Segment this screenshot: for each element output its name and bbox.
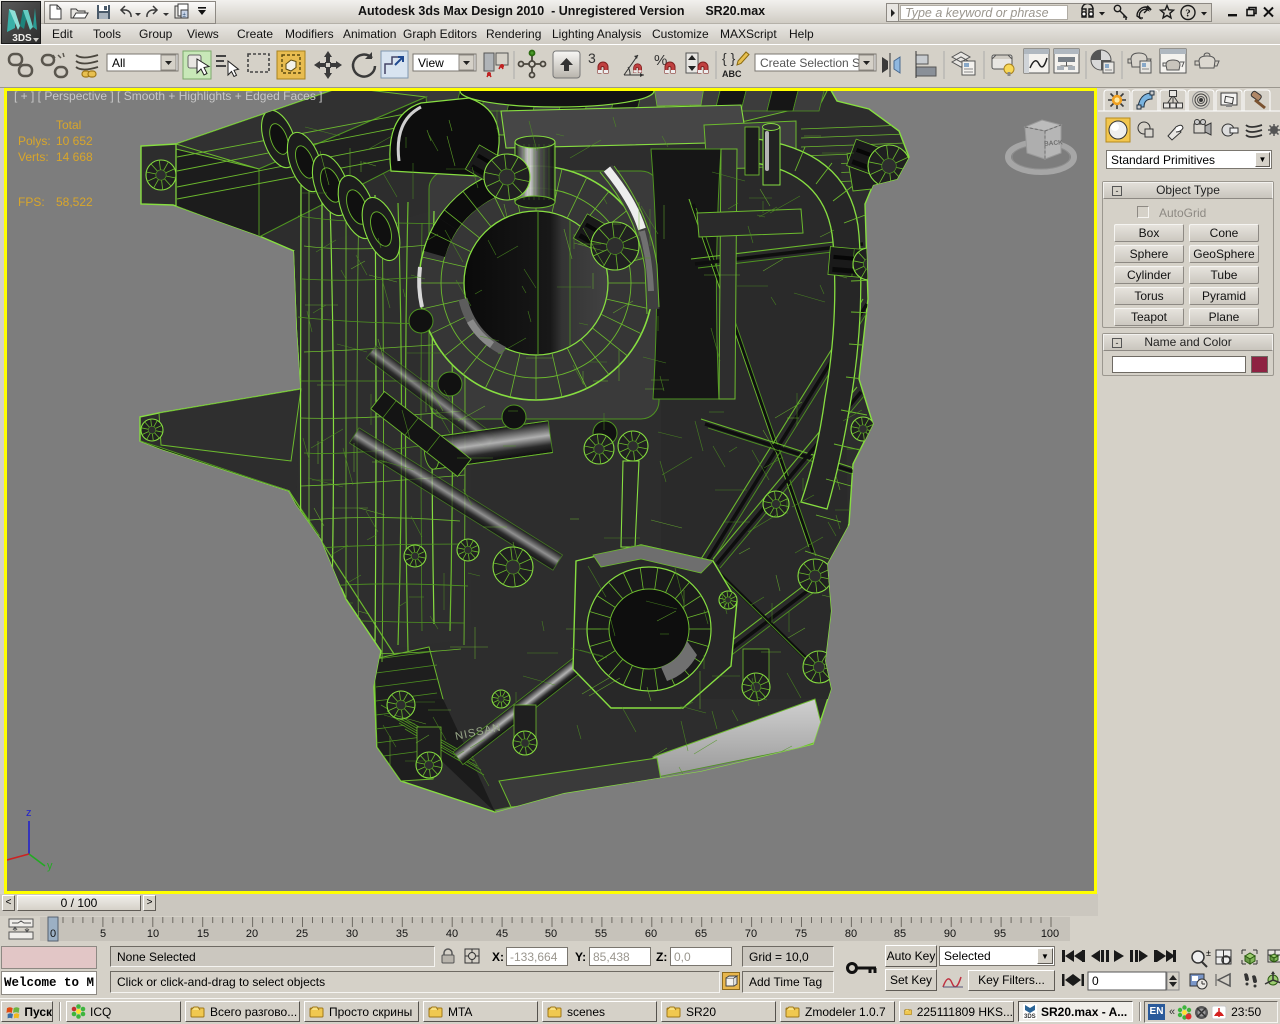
svg-text:15: 15 (197, 928, 209, 940)
svg-text:ABC: ABC (722, 69, 742, 79)
svg-text:40: 40 (446, 928, 458, 940)
svg-text:14 668: 14 668 (56, 150, 93, 164)
svg-text:75: 75 (795, 928, 807, 940)
svg-text:3DS: 3DS (12, 33, 32, 43)
svg-text:70: 70 (745, 928, 757, 940)
svg-text:[ + ] [ Perspective ] [ Smooth: [ + ] [ Perspective ] [ Smooth + Highlig… (14, 91, 323, 103)
svg-text:20: 20 (246, 928, 258, 940)
svg-text:30: 30 (346, 928, 358, 940)
svg-text:90: 90 (944, 928, 956, 940)
svg-text:0: 0 (50, 928, 56, 940)
svg-text:65: 65 (695, 928, 707, 940)
svg-text:85: 85 (894, 928, 906, 940)
svg-text:FPS:: FPS: (18, 195, 45, 209)
svg-text:All: All (112, 56, 125, 70)
svg-text:10 652: 10 652 (56, 134, 93, 148)
svg-text:95: 95 (994, 928, 1006, 940)
svg-text:Total: Total (56, 118, 81, 132)
svg-text:50: 50 (545, 928, 557, 940)
svg-text:{ }: { } (722, 50, 736, 66)
svg-text:3: 3 (588, 50, 596, 66)
svg-text:100: 100 (1041, 928, 1059, 940)
svg-text:80: 80 (845, 928, 857, 940)
svg-text:25: 25 (296, 928, 308, 940)
svg-text:y: y (47, 860, 53, 872)
svg-text:45: 45 (496, 928, 508, 940)
svg-text:35: 35 (396, 928, 408, 940)
svg-text:Verts:: Verts: (18, 150, 49, 164)
svg-text:58,522: 58,522 (56, 195, 93, 209)
svg-text:5: 5 (100, 928, 106, 940)
svg-text:0: 0 (1092, 974, 1099, 988)
svg-text:10: 10 (147, 928, 159, 940)
svg-text:3DS: 3DS (1024, 1014, 1036, 1019)
svg-text:z: z (26, 807, 32, 819)
svg-text:Polys:: Polys: (18, 134, 51, 148)
svg-text:±: ± (1206, 948, 1211, 958)
svg-text:Create Selection Se: Create Selection Se (760, 56, 867, 70)
svg-text:?: ? (1185, 8, 1191, 20)
svg-text:View: View (418, 56, 444, 70)
svg-text:55: 55 (595, 928, 607, 940)
svg-text:60: 60 (645, 928, 657, 940)
